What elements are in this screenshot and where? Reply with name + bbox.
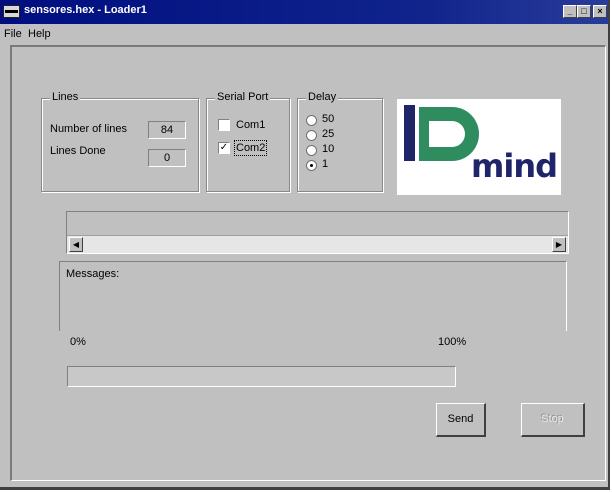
progress-max-label: 100% bbox=[438, 336, 467, 348]
delay-50-radio[interactable] bbox=[306, 115, 317, 126]
progress-min-label: 0% bbox=[70, 336, 86, 348]
menu-bar: File Help bbox=[0, 24, 608, 44]
delay-1-radio[interactable] bbox=[306, 160, 317, 171]
scroll-right-icon[interactable]: ▶ bbox=[552, 237, 566, 252]
logo-i-bar bbox=[404, 105, 415, 161]
maximize-button[interactable]: □ bbox=[577, 5, 591, 18]
delay-50-label[interactable]: 50 bbox=[322, 113, 334, 125]
minimize-button[interactable]: _ bbox=[563, 5, 577, 18]
com1-label[interactable]: Com1 bbox=[236, 119, 265, 131]
number-of-lines-value: 84 bbox=[148, 121, 186, 139]
delay-group: Delay 50 25 10 1 bbox=[297, 91, 383, 192]
serial-port-title: Serial Port bbox=[215, 91, 271, 103]
lines-done-label: Lines Done bbox=[50, 145, 106, 157]
logo-text: mind bbox=[471, 147, 558, 185]
menu-help[interactable]: Help bbox=[28, 28, 51, 40]
delay-title: Delay bbox=[306, 91, 339, 103]
menu-file[interactable]: File bbox=[4, 28, 22, 40]
loader-window: sensores.hex - Loader1 _ □ × File Help L… bbox=[0, 0, 610, 490]
com1-checkbox[interactable] bbox=[218, 119, 230, 131]
app-icon[interactable] bbox=[3, 5, 20, 18]
delay-1-label[interactable]: 1 bbox=[322, 158, 328, 170]
stop-button[interactable]: Stop bbox=[521, 403, 585, 437]
number-of-lines-label: Number of lines bbox=[50, 123, 128, 135]
com2-label[interactable]: Com2 bbox=[233, 140, 268, 156]
title-bar[interactable]: sensores.hex - Loader1 _ □ × bbox=[0, 0, 608, 24]
com2-checkbox[interactable]: ✓ bbox=[218, 142, 230, 154]
delay-25-radio[interactable] bbox=[306, 130, 317, 141]
messages-label: Messages: bbox=[66, 268, 120, 280]
delay-10-label[interactable]: 10 bbox=[322, 143, 334, 155]
scroll-left-icon[interactable]: ◀ bbox=[69, 237, 83, 252]
send-button[interactable]: Send bbox=[436, 403, 486, 437]
serial-port-group: Serial Port Com1 ✓ Com2 bbox=[206, 91, 290, 192]
idmind-logo: mind bbox=[397, 99, 561, 195]
lines-group: Lines Number of lines 84 Lines Done 0 bbox=[41, 91, 199, 192]
messages-panel: Messages: bbox=[59, 261, 567, 331]
lines-done-value: 0 bbox=[148, 149, 186, 167]
delay-10-radio[interactable] bbox=[306, 145, 317, 156]
delay-25-label[interactable]: 25 bbox=[322, 128, 334, 140]
lines-group-title: Lines bbox=[50, 91, 81, 103]
progress-bar bbox=[67, 366, 456, 387]
window-title: sensores.hex - Loader1 bbox=[24, 4, 147, 16]
horizontal-scrollbar[interactable]: ◀ ▶ bbox=[67, 235, 568, 253]
close-button[interactable]: × bbox=[593, 5, 607, 18]
